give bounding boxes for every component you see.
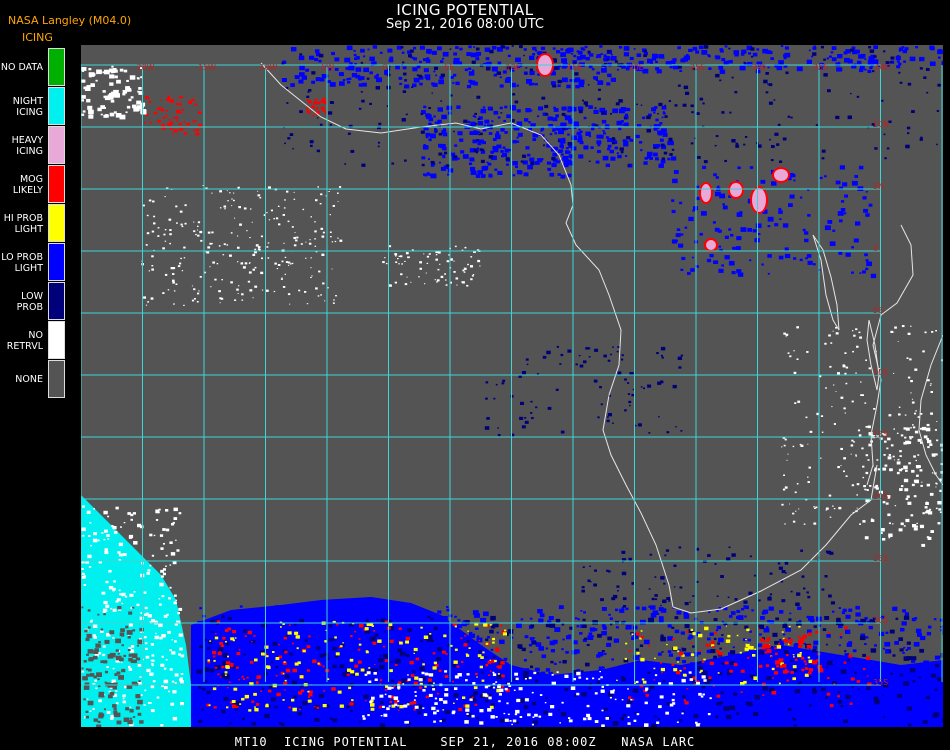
legend-item: HI PROB LIGHT — [0, 204, 66, 243]
latitude-label: 35S — [873, 678, 888, 687]
longitude-label: 5E — [444, 63, 454, 72]
legend-item-label: NONE — [15, 374, 43, 385]
longitude-label: 15W — [198, 63, 216, 72]
legend-swatch — [48, 360, 65, 398]
icing-map: 20W 15W 10W 5W 0 5E 10E 15E 20E 25E 30E 35E 40E 10N 5N… — [81, 45, 943, 727]
heavy-icing-cell — [701, 184, 711, 202]
legend-swatch — [48, 243, 65, 281]
longitude-label: 25E — [690, 63, 705, 72]
longitude-label: 40E — [875, 63, 890, 72]
legend-item: LOW PROB — [0, 282, 66, 321]
color-legend: NO DATA NIGHT ICING HEAVY ICING MOG LIKELY H… — [0, 48, 66, 399]
legend-item-label: MOG LIKELY — [12, 173, 43, 196]
footer-caption: MT10 ICING POTENTIAL SEP 21, 2016 08:00Z… — [234, 735, 696, 749]
legend-title: ICING — [22, 31, 53, 44]
legend-swatch — [48, 204, 65, 242]
legend-item-label: LOW PROB — [16, 290, 43, 313]
heavy-icing-cell — [774, 169, 788, 181]
heavy-icing-cell — [752, 188, 766, 212]
longitude-label: 30E — [752, 63, 767, 72]
legend-swatch — [48, 87, 65, 125]
legend-item: MOG LIKELY — [0, 165, 66, 204]
longitude-label: 10W — [260, 63, 278, 72]
legend-item-label: LO PROB LIGHT — [1, 251, 43, 274]
legend-swatch — [48, 282, 65, 320]
legend-item-label: NIGHT ICING — [12, 95, 43, 118]
latitude-label: 5N — [873, 182, 884, 191]
legend-swatch — [48, 321, 65, 359]
latitude-label: 5S — [873, 306, 883, 315]
legend-item-label: HI PROB LIGHT — [3, 212, 43, 235]
longitude-label: 20E — [629, 63, 644, 72]
heavy-icing-cell — [706, 240, 716, 250]
longitude-label: 5W — [321, 63, 334, 72]
longitude-label: 20W — [137, 63, 155, 72]
latitude-label: 0 — [873, 244, 878, 253]
longitude-label: 0 — [383, 63, 388, 72]
page-subtitle: Sep 21, 2016 08:00 UTC — [385, 17, 545, 32]
legend-swatch — [48, 165, 65, 203]
heavy-icing-cell — [730, 183, 742, 197]
legend-item-label: NO RETRVL — [6, 329, 43, 352]
latitude-label: 20S — [873, 492, 888, 501]
legend-item: NONE — [0, 360, 66, 399]
map-canvas: 20W 15W 10W 5W 0 5E 10E 15E 20E 25E 30E 35E 40E 10N 5N… — [81, 45, 943, 727]
latitude-label: 25S — [873, 554, 888, 563]
latitude-label: 10S — [873, 368, 888, 377]
latitude-label: 10N — [873, 120, 889, 129]
latitude-label: 15S — [873, 430, 888, 439]
legend-swatch — [48, 126, 65, 164]
legend-swatch — [48, 48, 65, 86]
longitude-label: 10E — [506, 63, 521, 72]
legend-item: NIGHT ICING — [0, 87, 66, 126]
legend-item-label: NO DATA — [0, 62, 43, 73]
legend-item-label: HEAVY ICING — [11, 134, 43, 157]
latitude-label: 30S — [873, 616, 888, 625]
longitude-label: 15E — [567, 63, 582, 72]
legend-item: NO DATA — [0, 48, 66, 87]
legend-item: LO PROB LIGHT — [0, 243, 66, 282]
longitude-label: 35E — [813, 63, 828, 72]
legend-item: NO RETRVL — [0, 321, 66, 360]
legend-item: HEAVY ICING — [0, 126, 66, 165]
